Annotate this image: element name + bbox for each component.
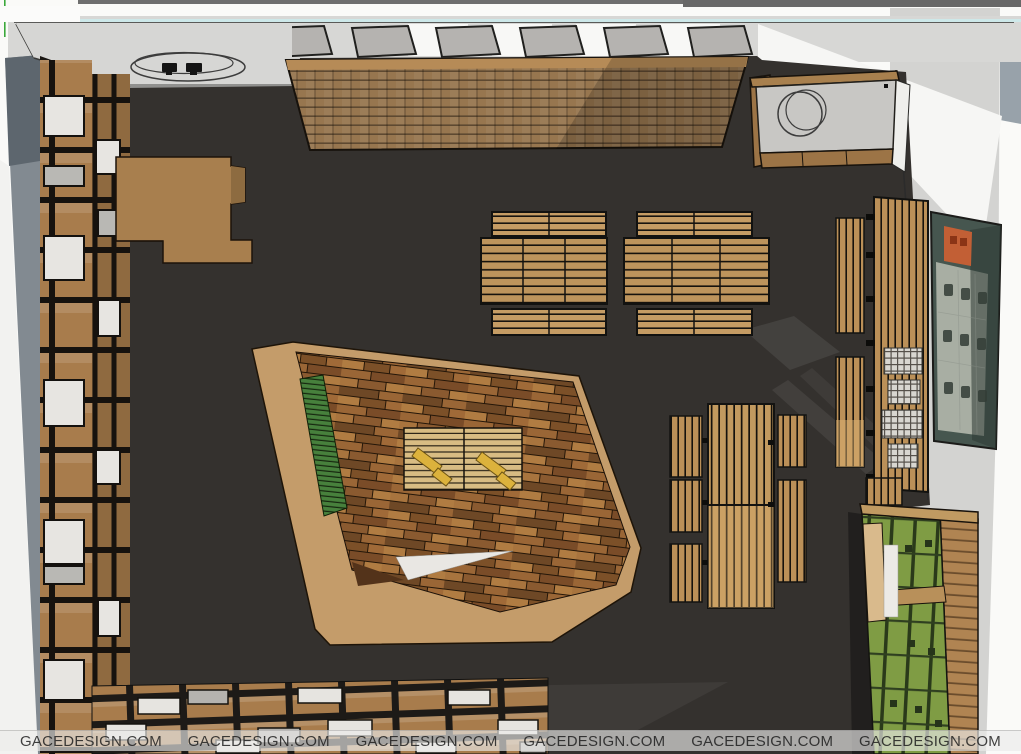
wall-poster: [931, 212, 1001, 449]
slatted-wall-panel: [286, 57, 748, 150]
watermark-text: GACEDESIGN.COM: [188, 733, 330, 750]
watermark-text: GACEDESIGN.COM: [523, 733, 665, 750]
scene-svg: [0, 0, 1021, 754]
watermark-text: GACEDESIGN.COM: [859, 733, 1001, 750]
central-wood-platform: [252, 342, 641, 645]
wall-bench: [836, 218, 864, 333]
reading-tables-right: [670, 404, 806, 608]
poster-seal: [944, 226, 972, 266]
watermark-text: GACEDESIGN.COM: [20, 733, 162, 750]
service-counter: [750, 71, 910, 172]
watermark-text: GACEDESIGN.COM: [691, 733, 833, 750]
right-wall-blue-band: [1000, 52, 1021, 124]
green-bookshelf: [848, 478, 978, 754]
platform-display-table: [404, 428, 522, 490]
shelf-top-slats: [866, 478, 902, 505]
logo-glyph: [162, 63, 177, 72]
logo-glyph: [186, 63, 202, 72]
teal-highlight-line: [12, 19, 1021, 22]
watermark-text: GACEDESIGN.COM: [356, 733, 498, 750]
render-canvas: GACEDESIGN.COM GACEDESIGN.COM GACEDESIGN…: [0, 0, 1021, 754]
watermark-band: GACEDESIGN.COM GACEDESIGN.COM GACEDESIGN…: [0, 730, 1021, 751]
